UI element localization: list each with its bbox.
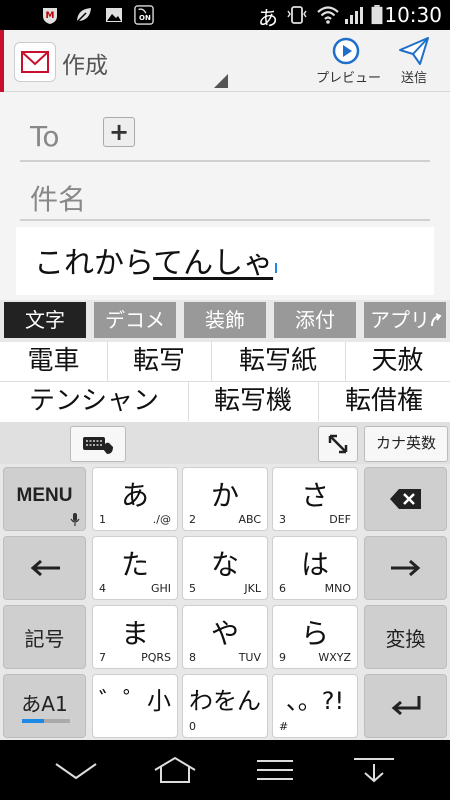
mail-icon[interactable] [14, 42, 56, 82]
tab-apps[interactable]: アプリ [364, 302, 446, 338]
kana-key-ta[interactable]: た 4 GHI [92, 536, 178, 600]
candidate-list: 電車 転写 転写紙 天赦 テンシャン 転写機 転借権 [0, 342, 450, 422]
app-bar: 作成 プレビュー 送信 [0, 30, 450, 92]
backspace-key[interactable] [364, 467, 447, 531]
body-text[interactable]: これからてんしゃ [34, 238, 278, 282]
keyboard-hand-icon [83, 437, 113, 454]
kana-eisu-button[interactable]: カナ英数 [364, 426, 448, 462]
microphone-icon [70, 513, 80, 526]
input-mode-key[interactable]: あA1 [3, 674, 86, 738]
candidate-item[interactable]: 転借権 [318, 382, 450, 421]
play-icon [332, 37, 360, 65]
ime-indicator: あ [258, 6, 278, 30]
vibrate-icon [287, 6, 307, 24]
hide-keyboard-icon[interactable] [352, 756, 396, 784]
cursor-left-key[interactable] [3, 536, 86, 600]
status-bar: M ON あ 10:30 [0, 0, 450, 30]
body-composing-text: てんしゃ [153, 246, 274, 281]
home-icon[interactable] [153, 756, 197, 784]
back-chevron-icon[interactable] [54, 760, 98, 784]
svg-text:M: M [46, 11, 55, 21]
send-label: 送信 [400, 71, 427, 86]
backspace-icon [389, 489, 421, 509]
navigation-bar [0, 740, 450, 800]
app-bar-accent [0, 30, 4, 92]
kana-key-ra[interactable]: ら 9 WXYZ [272, 605, 358, 669]
send-button[interactable]: 送信 [388, 36, 440, 88]
tab-moji[interactable]: 文字 [4, 302, 86, 338]
subject-field[interactable]: 件名 [30, 178, 86, 218]
punctuation-key[interactable]: 、。?! # [272, 674, 358, 738]
dakuten-key[interactable]: ゛゜小 [92, 674, 178, 738]
preview-label: プレビュー [316, 71, 382, 86]
arrow-up-right-icon [431, 313, 442, 327]
preview-button[interactable]: プレビュー [316, 36, 382, 88]
kana-key-sa[interactable]: さ 3 DEF [272, 467, 358, 531]
tab-apps-label: アプリ [370, 308, 430, 332]
enter-key[interactable] [364, 674, 447, 738]
subject-divider [20, 219, 430, 221]
kana-key-wa[interactable]: わをん 0 [182, 674, 268, 738]
tab-decome[interactable]: デコメ [94, 302, 176, 338]
candidate-item[interactable]: 転写 [107, 342, 212, 381]
candidate-item[interactable]: 天赦 [345, 342, 450, 381]
page-title[interactable]: 作成 [62, 46, 108, 80]
to-field[interactable]: To [30, 120, 59, 153]
kana-key-ma[interactable]: ま 7 PQRS [92, 605, 178, 669]
text-cursor [275, 263, 278, 273]
kana-key-a[interactable]: あ 1 ./@ [92, 467, 178, 531]
symbol-key[interactable]: 記号 [3, 605, 86, 669]
kana-key-ya[interactable]: や 8 TUV [182, 605, 268, 669]
wifi-icon [317, 6, 339, 24]
body-committed-text: これから [34, 246, 154, 281]
convert-key[interactable]: 変換 [364, 605, 447, 669]
kana-key-ha[interactable]: は 6 MNO [272, 536, 358, 600]
menu-icon[interactable] [255, 758, 295, 782]
leaf-icon [76, 8, 91, 23]
cursor-right-key[interactable] [364, 536, 447, 600]
arrow-left-icon [30, 559, 60, 577]
kana-key-ka[interactable]: か 2 ABC [182, 467, 268, 531]
tab-tempu[interactable]: 添付 [274, 302, 356, 338]
candidate-item[interactable]: テンシャン [0, 382, 189, 421]
input-mode-indicator [22, 719, 70, 723]
candidate-item[interactable]: 転写機 [188, 382, 319, 421]
candidate-item[interactable]: 転写紙 [211, 342, 346, 381]
handwriting-button[interactable] [70, 426, 126, 462]
candidate-item[interactable]: 電車 [0, 342, 108, 381]
keyboard-toolbar: カナ英数 [0, 422, 450, 464]
resize-button[interactable] [318, 426, 358, 462]
to-divider [20, 160, 430, 162]
resize-icon [328, 434, 348, 454]
battery-icon [371, 5, 383, 25]
signal-icon [345, 7, 363, 24]
menu-key[interactable]: MENU [3, 467, 86, 531]
add-recipient-button[interactable]: + [103, 117, 135, 147]
kana-key-na[interactable]: な 5 JKL [182, 536, 268, 600]
paper-plane-icon [399, 37, 429, 65]
nfc-on-label: ON [139, 14, 151, 22]
mcafee-icon: M [43, 8, 57, 24]
clock: 10:30 [384, 3, 442, 27]
tab-soshoku[interactable]: 装飾 [184, 302, 266, 338]
image-icon [106, 8, 122, 22]
arrow-right-icon [390, 559, 420, 577]
enter-icon [391, 696, 420, 716]
title-dropdown-icon[interactable] [214, 74, 228, 88]
